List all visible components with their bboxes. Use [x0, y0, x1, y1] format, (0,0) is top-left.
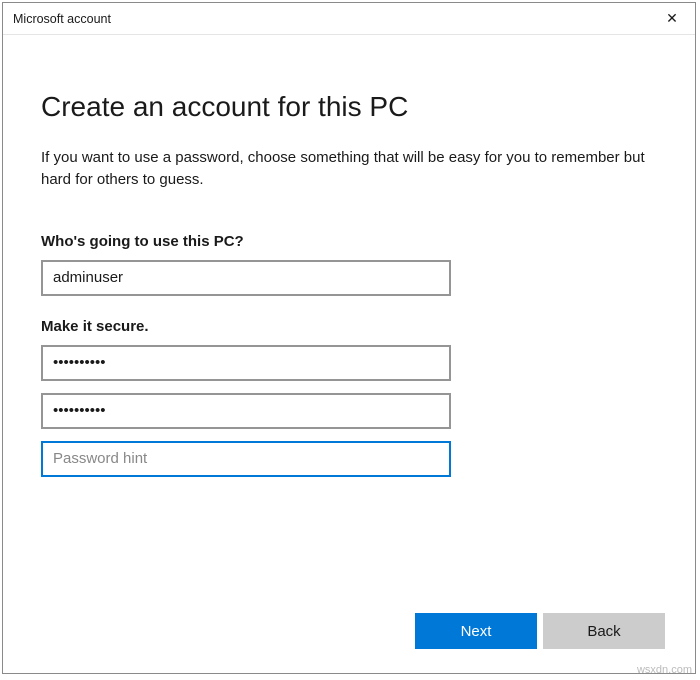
titlebar: Microsoft account ✕ — [3, 3, 695, 35]
page-title: Create an account for this PC — [41, 91, 657, 123]
footer-buttons: Next Back — [415, 613, 665, 649]
watermark: wsxdn.com — [637, 664, 692, 676]
dialog-window: Microsoft account ✕ Create an account fo… — [2, 2, 696, 674]
confirm-password-input[interactable] — [41, 393, 451, 429]
content-area: Create an account for this PC If you wan… — [3, 35, 695, 477]
close-button[interactable]: ✕ — [649, 3, 695, 35]
password-input[interactable] — [41, 345, 451, 381]
window-title: Microsoft account — [13, 12, 111, 26]
page-description: If you want to use a password, choose so… — [41, 147, 657, 191]
back-button[interactable]: Back — [543, 613, 665, 649]
password-hint-input[interactable] — [41, 441, 451, 477]
close-icon: ✕ — [666, 10, 678, 27]
username-section-label: Who's going to use this PC? — [41, 233, 657, 250]
next-button[interactable]: Next — [415, 613, 537, 649]
password-section-label: Make it secure. — [41, 318, 657, 335]
username-input[interactable] — [41, 260, 451, 296]
